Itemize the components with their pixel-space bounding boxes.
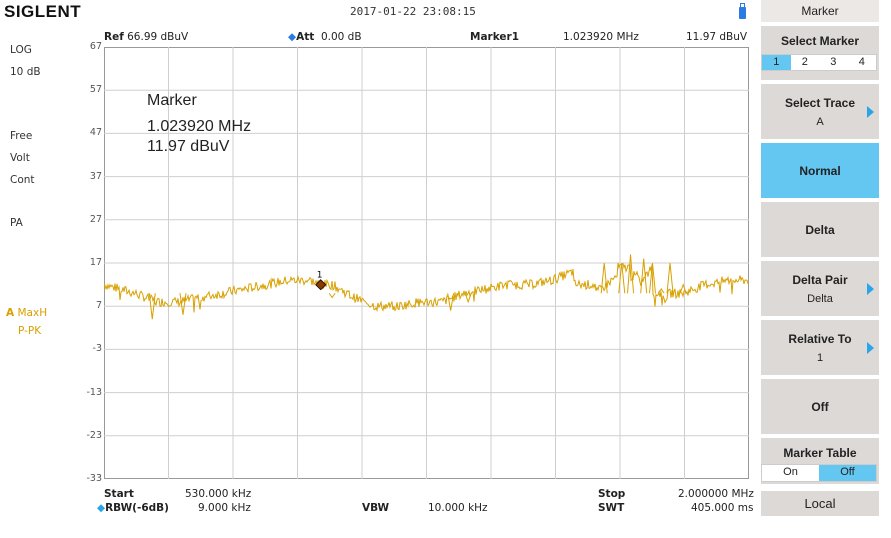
marker-level-readout: 11.97 dBuV <box>686 31 748 43</box>
normal-button[interactable]: Normal <box>761 143 879 200</box>
y-tick-label: 57 <box>89 84 102 96</box>
select-trace-button[interactable]: Select Trace A <box>761 84 879 141</box>
marker-label: Marker1 <box>470 31 520 43</box>
usb-storage-icon <box>739 3 746 19</box>
rbw-label: ◆RBW(-6dB) <box>97 502 169 514</box>
start-freq: 530.000 kHz <box>185 488 252 500</box>
y-tick-label: -23 <box>86 429 102 441</box>
detector: P-PK <box>18 325 42 337</box>
y-tick-label: 67 <box>89 41 102 52</box>
delta-button[interactable]: Delta <box>761 202 879 259</box>
marker-annotation-title: Marker <box>147 92 197 109</box>
brand-logo: SIGLENT <box>4 2 82 21</box>
submenu-arrow-icon <box>867 105 874 118</box>
stop-label: Stop <box>598 488 626 500</box>
y-tick-label: -13 <box>86 386 102 398</box>
marker-1-option[interactable]: 1 <box>762 55 791 70</box>
vbw-value: 10.000 kHz <box>428 502 488 514</box>
submenu-arrow-icon <box>867 282 874 295</box>
delta-pair-button[interactable]: Delta Pair Delta <box>761 261 879 318</box>
scale-div: 10 dB <box>10 66 41 78</box>
preamp: PA <box>10 217 23 229</box>
start-label: Start <box>104 488 134 500</box>
marker-annotation-level: 11.97 dBuV <box>147 138 230 155</box>
trigger-mode: Free <box>10 130 33 142</box>
marker-3-option[interactable]: 3 <box>819 55 848 70</box>
sweep-mode: Cont <box>10 174 35 186</box>
marker-2-option[interactable]: 2 <box>791 55 820 70</box>
spectrum-plot: 1 <box>104 47 749 479</box>
y-tick-label: 47 <box>89 127 102 139</box>
marker-1-label: 1 <box>317 271 323 281</box>
marker-table-off[interactable]: Off <box>819 465 876 481</box>
swt-value: 405.000 ms <box>691 502 754 514</box>
y-tick-label: 27 <box>89 213 102 225</box>
vbw-label: VBW <box>362 502 390 514</box>
relative-to-button[interactable]: Relative To 1 <box>761 320 879 377</box>
marker-table-on[interactable]: On <box>762 465 819 481</box>
marker-freq-readout: 1.023920 MHz <box>563 31 639 43</box>
attenuation: ◆Att 0.00 dB <box>288 31 362 43</box>
submenu-arrow-icon <box>867 341 874 354</box>
marker-table-toggle: On Off <box>761 464 877 482</box>
marker-annotation-freq: 1.023920 MHz <box>147 118 252 135</box>
scale-type: LOG <box>10 44 32 56</box>
stop-freq: 2.000000 MHz <box>678 488 754 500</box>
rbw-value: 9.000 kHz <box>198 502 251 514</box>
trace-mode: A MaxH <box>6 307 48 319</box>
select-marker-segment: 1 2 3 4 <box>761 54 877 71</box>
datetime: 2017-01-22 23:08:15 <box>350 5 476 18</box>
local-button[interactable]: Local <box>761 491 879 516</box>
y-tick-label: 17 <box>89 257 102 268</box>
swt-label: SWT <box>598 502 625 514</box>
unit-volt: Volt <box>10 152 30 164</box>
marker-4-option[interactable]: 4 <box>848 55 877 70</box>
y-tick-label: 7 <box>95 300 102 312</box>
y-tick-label: -3 <box>92 343 102 355</box>
y-tick-label: -33 <box>86 473 102 484</box>
y-tick-label: 37 <box>89 170 102 182</box>
off-button[interactable]: Off <box>761 379 879 436</box>
ref-level: Ref 66.99 dBuV <box>104 31 189 43</box>
menu-title: Marker <box>761 0 879 24</box>
